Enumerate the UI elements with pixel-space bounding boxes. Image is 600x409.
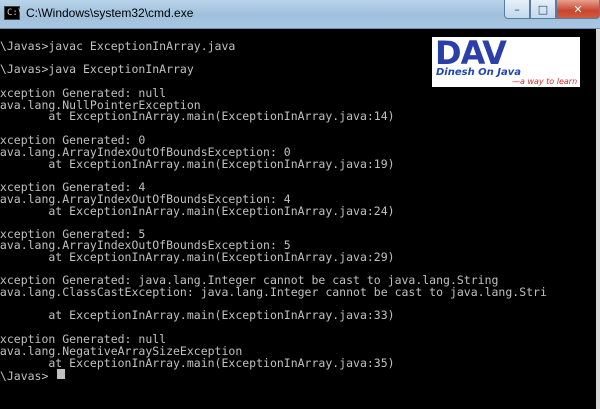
console-line: at ExceptionInArray.main(ExceptionInArra… [0,204,395,218]
dav-logo: DAV Dinesh On Java —a way to learn [432,37,580,87]
close-button[interactable]: ✕ [556,0,600,19]
window-title: C:\Windows\system32\cmd.exe [26,6,194,20]
console-line: :\Javas>javac ExceptionInArray.java [0,39,236,53]
window-controls: – □ ✕ [504,0,600,20]
cmd-icon-text: C:\ [7,8,24,18]
cmd-icon[interactable]: C:\ [4,6,24,20]
console-line: at ExceptionInArray.main(ExceptionInArra… [0,109,395,123]
vertical-scrollbar[interactable] [596,29,600,409]
logo-subtitle: Dinesh On Java [436,67,522,78]
text-cursor [57,369,65,379]
console-line: java.lang.ClassCastException: java.lang.… [0,285,547,299]
minimize-button[interactable]: – [504,0,530,19]
console-output[interactable]: :\Javas>javac ExceptionInArray.java :\Ja… [0,29,600,409]
title-bar[interactable]: C:\ C:\Windows\system32\cmd.exe – □ ✕ [0,0,600,29]
logo-main-text: DAV [435,37,507,71]
console-line: at ExceptionInArray.main(ExceptionInArra… [0,250,395,264]
console-line: at ExceptionInArray.main(ExceptionInArra… [0,308,395,322]
console-line: :\Javas>java ExceptionInArray [0,62,194,76]
cmd-window: C:\ C:\Windows\system32\cmd.exe – □ ✕ :\… [0,0,600,409]
console-prompt: :\Javas> [0,369,49,383]
console-line: at ExceptionInArray.main(ExceptionInArra… [0,356,395,370]
maximize-button[interactable]: □ [530,0,556,19]
logo-tagline: —a way to learn [512,77,578,86]
console-line: at ExceptionInArray.main(ExceptionInArra… [0,157,395,171]
